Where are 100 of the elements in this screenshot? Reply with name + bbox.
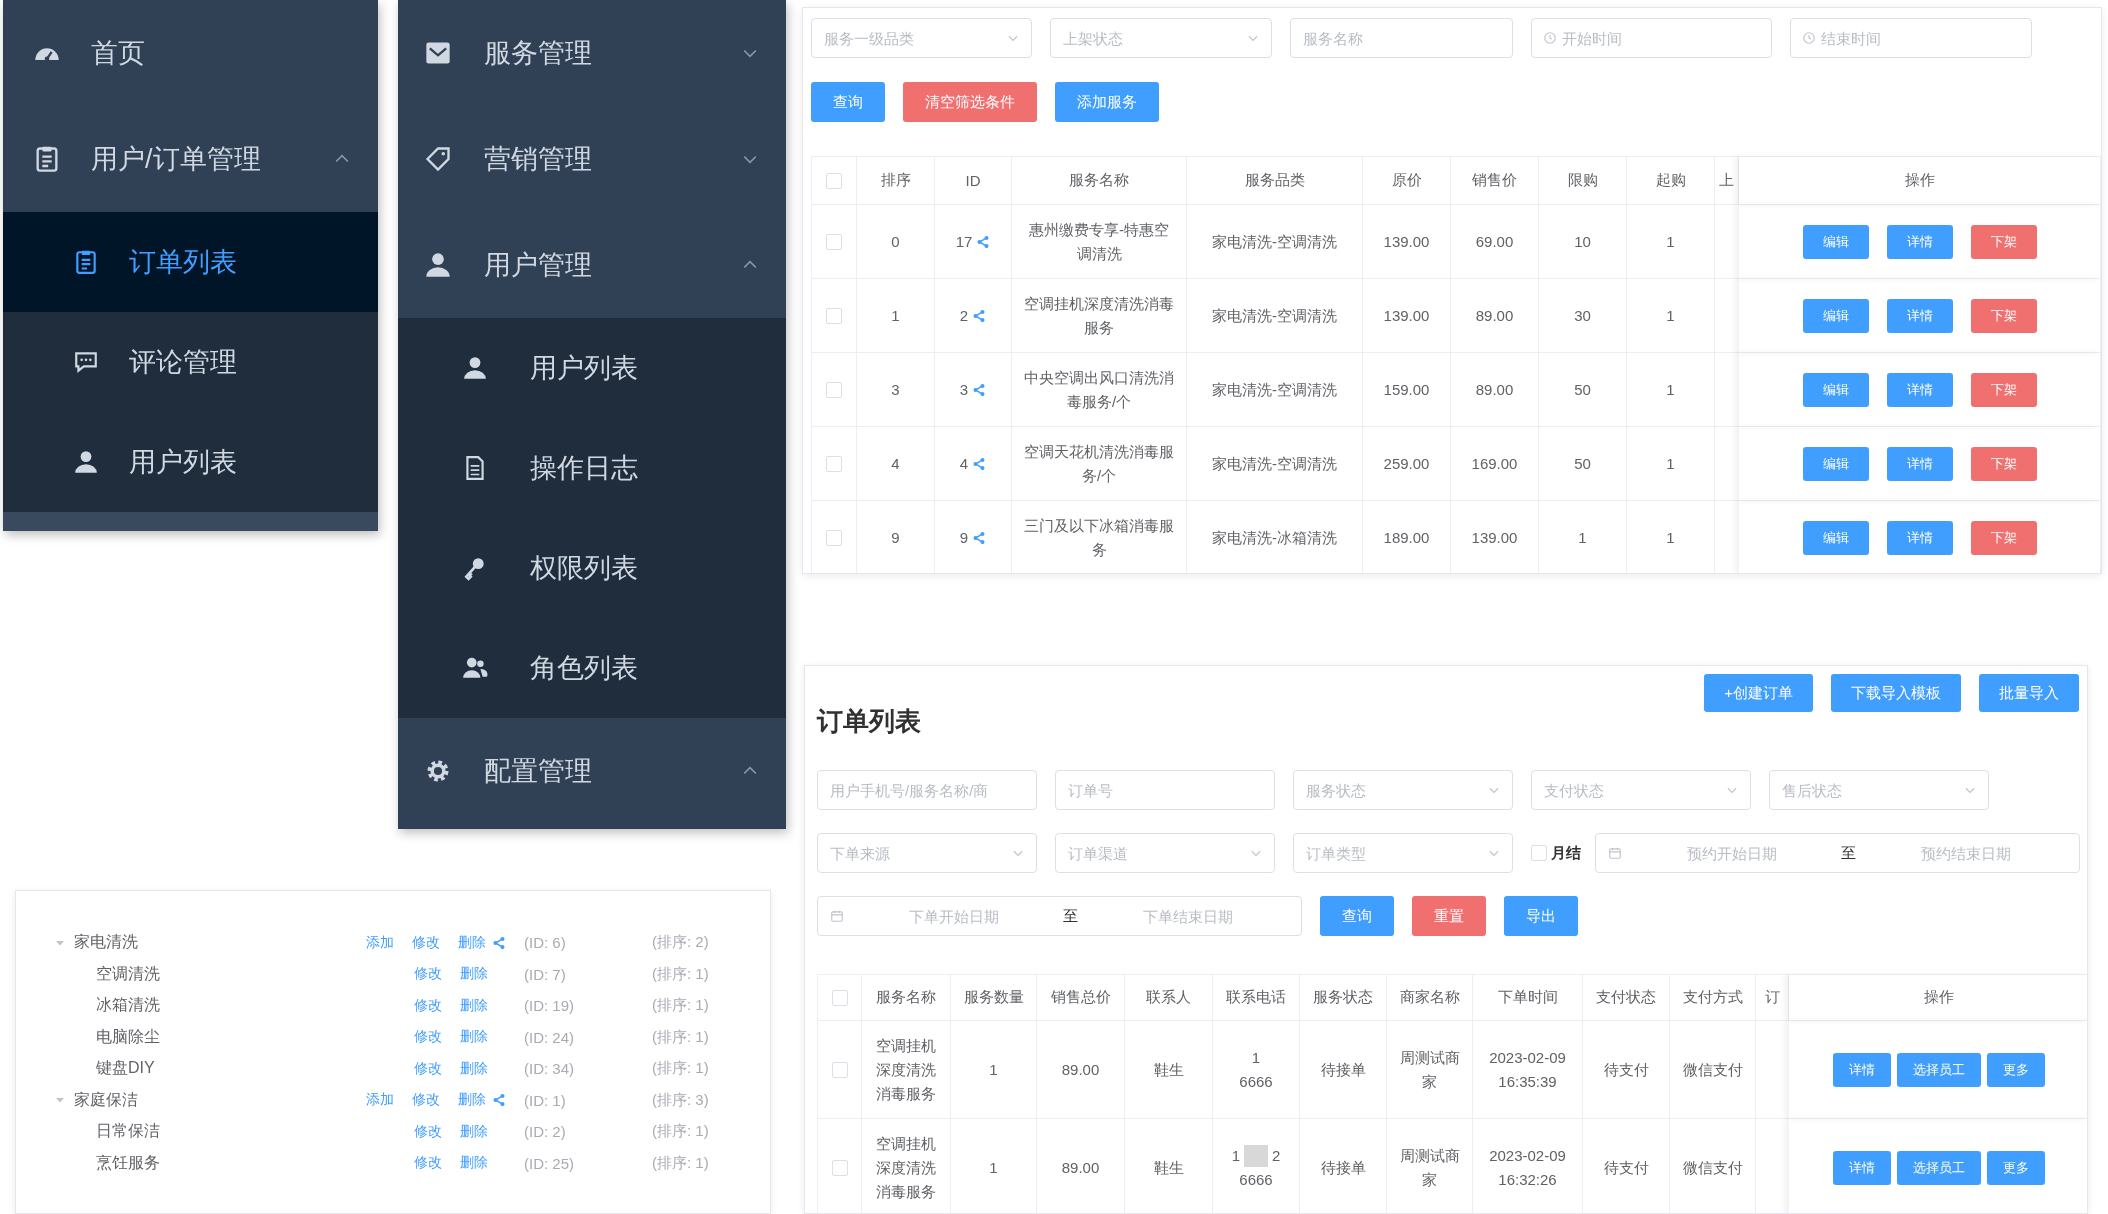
link[interactable]: 添加 <box>366 933 394 952</box>
link[interactable]: 删除 <box>460 1154 488 1173</box>
sort-text: (排序: 1) <box>652 1153 710 1173</box>
end-date-field[interactable]: 预约结束日期 <box>1864 843 2067 863</box>
submenu-item[interactable]: 权限列表 <box>398 518 786 618</box>
button[interactable]: 编辑 <box>1802 520 1869 555</box>
checkbox[interactable] <box>831 1061 848 1078</box>
checkbox[interactable] <box>826 455 842 472</box>
link[interactable]: 删除 <box>460 1059 488 1078</box>
checkbox[interactable] <box>826 233 842 250</box>
checkbox[interactable] <box>826 529 842 546</box>
menu-item[interactable]: 首页 <box>3 0 378 106</box>
tree-node-label[interactable]: 空调清洗 <box>96 963 160 985</box>
checkbox[interactable] <box>826 307 842 324</box>
column-header: 服务品类 <box>1244 171 1305 190</box>
button[interactable]: 查询 <box>1320 896 1394 936</box>
button[interactable]: 清空筛选条件 <box>903 82 1037 122</box>
submenu-item[interactable]: 评论管理 <box>3 312 378 412</box>
link[interactable]: 修改 <box>412 1091 440 1110</box>
tree-node-label[interactable]: 键盘DIY <box>96 1058 155 1080</box>
date-range-field[interactable]: 下单开始日期 至 下单结束日期 <box>817 896 1302 936</box>
input-field[interactable]: 订单号 <box>1055 770 1275 810</box>
button[interactable]: 选择员工 <box>1896 1052 1981 1087</box>
button[interactable]: 详情 <box>1886 372 1953 407</box>
time-field[interactable]: 开始时间 <box>1531 18 1772 58</box>
link[interactable]: 删除 <box>458 1091 486 1110</box>
button[interactable]: 更多 <box>1986 1150 2045 1185</box>
input-field[interactable]: 服务名称 <box>1290 18 1513 58</box>
button[interactable]: 批量导入 <box>1979 674 2079 712</box>
button[interactable]: 重置 <box>1412 896 1486 936</box>
menu-item[interactable]: 配置管理 <box>398 718 786 824</box>
checkbox[interactable] <box>831 1159 848 1176</box>
select-field[interactable]: 支付状态 <box>1531 770 1751 810</box>
tree-node-label[interactable]: 冰箱清洗 <box>96 995 160 1017</box>
link[interactable]: 修改 <box>414 1154 442 1173</box>
checkbox[interactable] <box>831 989 848 1006</box>
share-icon <box>972 308 987 323</box>
button[interactable]: 下架 <box>1970 298 2037 333</box>
start-date-field[interactable]: 下单开始日期 <box>852 906 1055 926</box>
date-range-field[interactable]: 预约开始日期 至 预约结束日期 <box>1595 833 2080 873</box>
link[interactable]: 删除 <box>458 933 486 952</box>
button[interactable]: 下架 <box>1970 372 2037 407</box>
button[interactable]: 详情 <box>1832 1052 1891 1087</box>
link[interactable]: 删除 <box>460 965 488 984</box>
link[interactable]: 修改 <box>414 1028 442 1047</box>
tree-node-label[interactable]: 日常保洁 <box>96 1121 160 1143</box>
button[interactable]: 下载导入模板 <box>1831 674 1961 712</box>
tree-node-label[interactable]: 家庭保洁 <box>74 1089 138 1111</box>
button[interactable]: 详情 <box>1886 224 1953 259</box>
end-date-field[interactable]: 下单结束日期 <box>1086 906 1289 926</box>
tree-node-label[interactable]: 电脑除尘 <box>96 1026 160 1048</box>
link[interactable]: 修改 <box>414 965 442 984</box>
select-field[interactable]: 售后状态 <box>1769 770 1989 810</box>
select-field[interactable]: 下单来源 <box>817 833 1037 873</box>
link[interactable]: 删除 <box>460 1028 488 1047</box>
button[interactable]: 下架 <box>1970 224 2037 259</box>
link[interactable]: 添加 <box>366 1091 394 1110</box>
checkbox[interactable] <box>826 172 842 189</box>
link[interactable]: 修改 <box>414 996 442 1015</box>
button[interactable]: +创建订单 <box>1704 674 1813 712</box>
button[interactable]: 查询 <box>811 82 885 122</box>
select-field[interactable]: 订单类型 <box>1293 833 1513 873</box>
start-date-field[interactable]: 预约开始日期 <box>1630 843 1833 863</box>
select-field[interactable]: 上架状态 <box>1050 18 1272 58</box>
link[interactable]: 修改 <box>412 933 440 952</box>
button[interactable]: 编辑 <box>1802 372 1869 407</box>
button[interactable]: 选择员工 <box>1896 1150 1981 1185</box>
submenu-item[interactable]: 操作日志 <box>398 418 786 518</box>
button[interactable]: 详情 <box>1886 298 1953 333</box>
checkbox[interactable] <box>1531 845 1547 861</box>
tree-node-label[interactable]: 烹饪服务 <box>96 1152 160 1174</box>
button[interactable]: 编辑 <box>1802 446 1869 481</box>
button[interactable]: 下架 <box>1970 520 2037 555</box>
input-field[interactable]: 用户手机号/服务名称/商 <box>817 770 1037 810</box>
select-field[interactable]: 服务状态 <box>1293 770 1513 810</box>
checkbox[interactable] <box>826 381 842 398</box>
select-field[interactable]: 订单渠道 <box>1055 833 1275 873</box>
button[interactable]: 导出 <box>1504 896 1578 936</box>
button[interactable]: 更多 <box>1986 1052 2045 1087</box>
button[interactable]: 编辑 <box>1802 298 1869 333</box>
menu-item[interactable]: 用户管理 <box>398 212 786 318</box>
submenu-item[interactable]: 用户列表 <box>3 412 378 512</box>
link[interactable]: 修改 <box>414 1059 442 1078</box>
time-field[interactable]: 结束时间 <box>1790 18 2032 58</box>
link[interactable]: 删除 <box>460 1122 488 1141</box>
link[interactable]: 修改 <box>414 1122 442 1141</box>
submenu-item[interactable]: 订单列表 <box>3 212 378 312</box>
menu-item[interactable]: 用户/订单管理 <box>3 106 378 212</box>
menu-item[interactable]: 营销管理 <box>398 106 786 212</box>
tree-node-label[interactable]: 家电清洗 <box>74 932 138 954</box>
button[interactable]: 详情 <box>1886 520 1953 555</box>
button[interactable]: 编辑 <box>1802 224 1869 259</box>
link[interactable]: 删除 <box>460 996 488 1015</box>
button[interactable]: 下架 <box>1970 446 2037 481</box>
button[interactable]: 添加服务 <box>1055 82 1159 122</box>
menu-item[interactable]: 服务管理 <box>398 0 786 106</box>
button[interactable]: 详情 <box>1832 1150 1891 1185</box>
submenu-item[interactable]: 用户列表 <box>398 318 786 418</box>
submenu-item[interactable]: 角色列表 <box>398 618 786 718</box>
button[interactable]: 详情 <box>1886 446 1953 481</box>
